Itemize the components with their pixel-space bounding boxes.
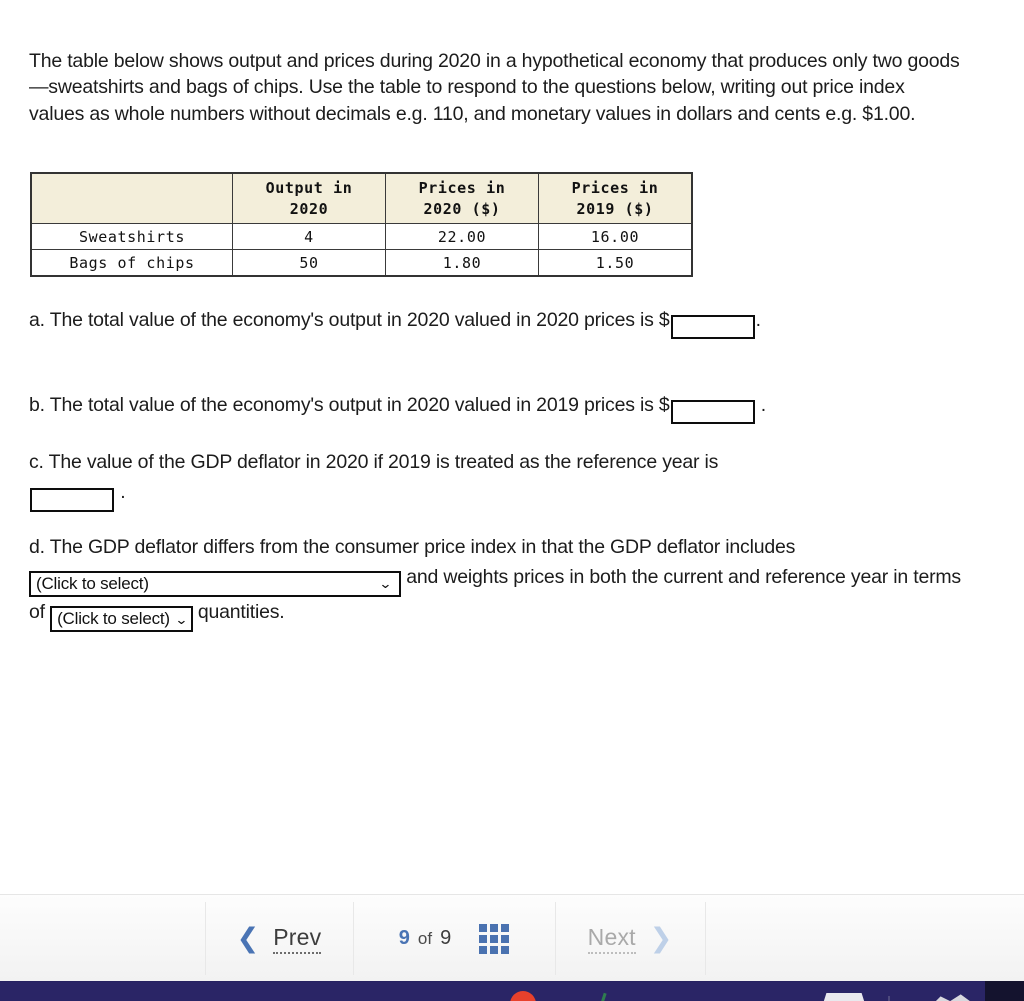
page-of-label: of xyxy=(417,928,433,948)
question-b-period: . xyxy=(760,394,766,416)
question-content-area: The table below shows output and prices … xyxy=(0,0,1024,894)
grid-cell xyxy=(501,945,510,954)
economy-data-table: Output in 2020 Prices in 2020 ($) Prices… xyxy=(30,172,693,277)
pagination-nav-bar: ❮ Prev 9 of 9 Next ❯ xyxy=(0,894,1024,982)
question-d-text-1: d. The GDP deflator differs from the con… xyxy=(29,536,796,558)
table-header-prices-2020: Prices in 2020 ($) xyxy=(385,172,539,224)
question-d: d. The GDP deflator differs from the con… xyxy=(29,532,979,632)
prev-button-label: Prev xyxy=(273,924,322,954)
taskbar-dark-edge xyxy=(985,981,1024,1001)
question-a: a. The total value of the economy's outp… xyxy=(29,305,989,339)
header-prices2019-line2: 2019 ($) xyxy=(576,199,654,218)
grid-cell xyxy=(490,945,499,954)
cell-sweatshirts-price2020: 22.00 xyxy=(385,223,539,250)
question-d-text-3: quantities. xyxy=(197,601,285,623)
grid-cell xyxy=(501,923,510,932)
table-header: Output in 2020 Prices in 2020 ($) Prices… xyxy=(30,172,693,224)
select-1-value: (Click to select) xyxy=(36,574,149,593)
header-prices2020-line1: Prices in xyxy=(418,178,506,197)
question-a-text: a. The total value of the economy's outp… xyxy=(29,309,670,331)
question-a-period: . xyxy=(755,309,761,331)
cell-chips-price2019: 1.50 xyxy=(538,249,693,277)
table-corner-cell xyxy=(30,172,233,224)
grid-cell xyxy=(479,945,488,954)
total-page-number: 9 xyxy=(440,927,452,949)
row-label-bags-of-chips: Bags of chips xyxy=(30,249,233,277)
grid-cell xyxy=(490,934,499,943)
answer-input-a[interactable] xyxy=(670,314,755,339)
question-c-period: . xyxy=(120,481,126,503)
question-b-text: b. The total value of the economy's outp… xyxy=(29,394,670,416)
chevron-left-icon: ❮ xyxy=(236,923,260,954)
taskbar-white-shape-icon xyxy=(822,993,866,1001)
table-header-prices-2019: Prices in 2019 ($) xyxy=(538,172,693,224)
chevron-right-icon: ❯ xyxy=(649,923,673,954)
current-page-number: 9 xyxy=(398,927,410,949)
grid-cell xyxy=(501,934,510,943)
select-gdp-deflator-includes[interactable]: (Click to select) ⌄ xyxy=(29,571,401,597)
table-header-output: Output in 2020 xyxy=(232,172,386,224)
cropped-taskbar xyxy=(0,981,1024,1001)
grid-cell xyxy=(490,923,499,932)
table-row: Sweatshirts 4 22.00 16.00 xyxy=(30,223,693,250)
answer-input-c[interactable] xyxy=(30,487,114,512)
grid-view-icon[interactable] xyxy=(479,923,510,954)
answer-input-b[interactable] xyxy=(670,399,755,424)
cell-chips-output: 50 xyxy=(232,249,386,277)
grid-cell xyxy=(479,923,488,932)
grid-cell xyxy=(479,934,488,943)
header-prices2019-line1: Prices in xyxy=(571,178,659,197)
cell-sweatshirts-output: 4 xyxy=(232,223,386,250)
page-indicator: 9 of 9 xyxy=(353,902,555,975)
economy-data-table-wrapper: Output in 2020 Prices in 2020 ($) Prices… xyxy=(30,172,693,277)
table-row: Bags of chips 50 1.80 1.50 xyxy=(30,249,693,277)
question-c-text: c. The value of the GDP deflator in 2020… xyxy=(29,451,719,473)
chevron-down-icon: ⌄ xyxy=(174,612,189,627)
header-prices2020-line2: 2020 ($) xyxy=(423,199,501,218)
chevron-down-icon: ⌄ xyxy=(378,576,393,591)
cell-sweatshirts-price2019: 16.00 xyxy=(538,223,693,250)
next-button[interactable]: Next ❯ xyxy=(555,902,705,975)
cell-chips-price2020: 1.80 xyxy=(385,249,539,277)
table-header-row: Output in 2020 Prices in 2020 ($) Prices… xyxy=(30,172,693,224)
select-2-value: (Click to select) xyxy=(57,609,170,628)
question-b: b. The total value of the economy's outp… xyxy=(29,390,989,424)
intro-paragraph: The table below shows output and prices … xyxy=(29,49,960,125)
select-quantities-basis[interactable]: (Click to select) ⌄ xyxy=(50,606,193,632)
row-label-sweatshirts: Sweatshirts xyxy=(30,223,233,250)
header-output-line1: Output in xyxy=(265,178,353,197)
nav-divider xyxy=(705,902,706,975)
table-body: Sweatshirts 4 22.00 16.00 Bags of chips … xyxy=(30,223,693,277)
taskbar-tick-icon xyxy=(888,996,890,1001)
question-c: c. The value of the GDP deflator in 2020… xyxy=(29,447,974,512)
prev-button[interactable]: ❮ Prev xyxy=(205,902,353,975)
header-output-line2: 2020 xyxy=(289,199,329,218)
next-button-label: Next xyxy=(587,924,636,954)
